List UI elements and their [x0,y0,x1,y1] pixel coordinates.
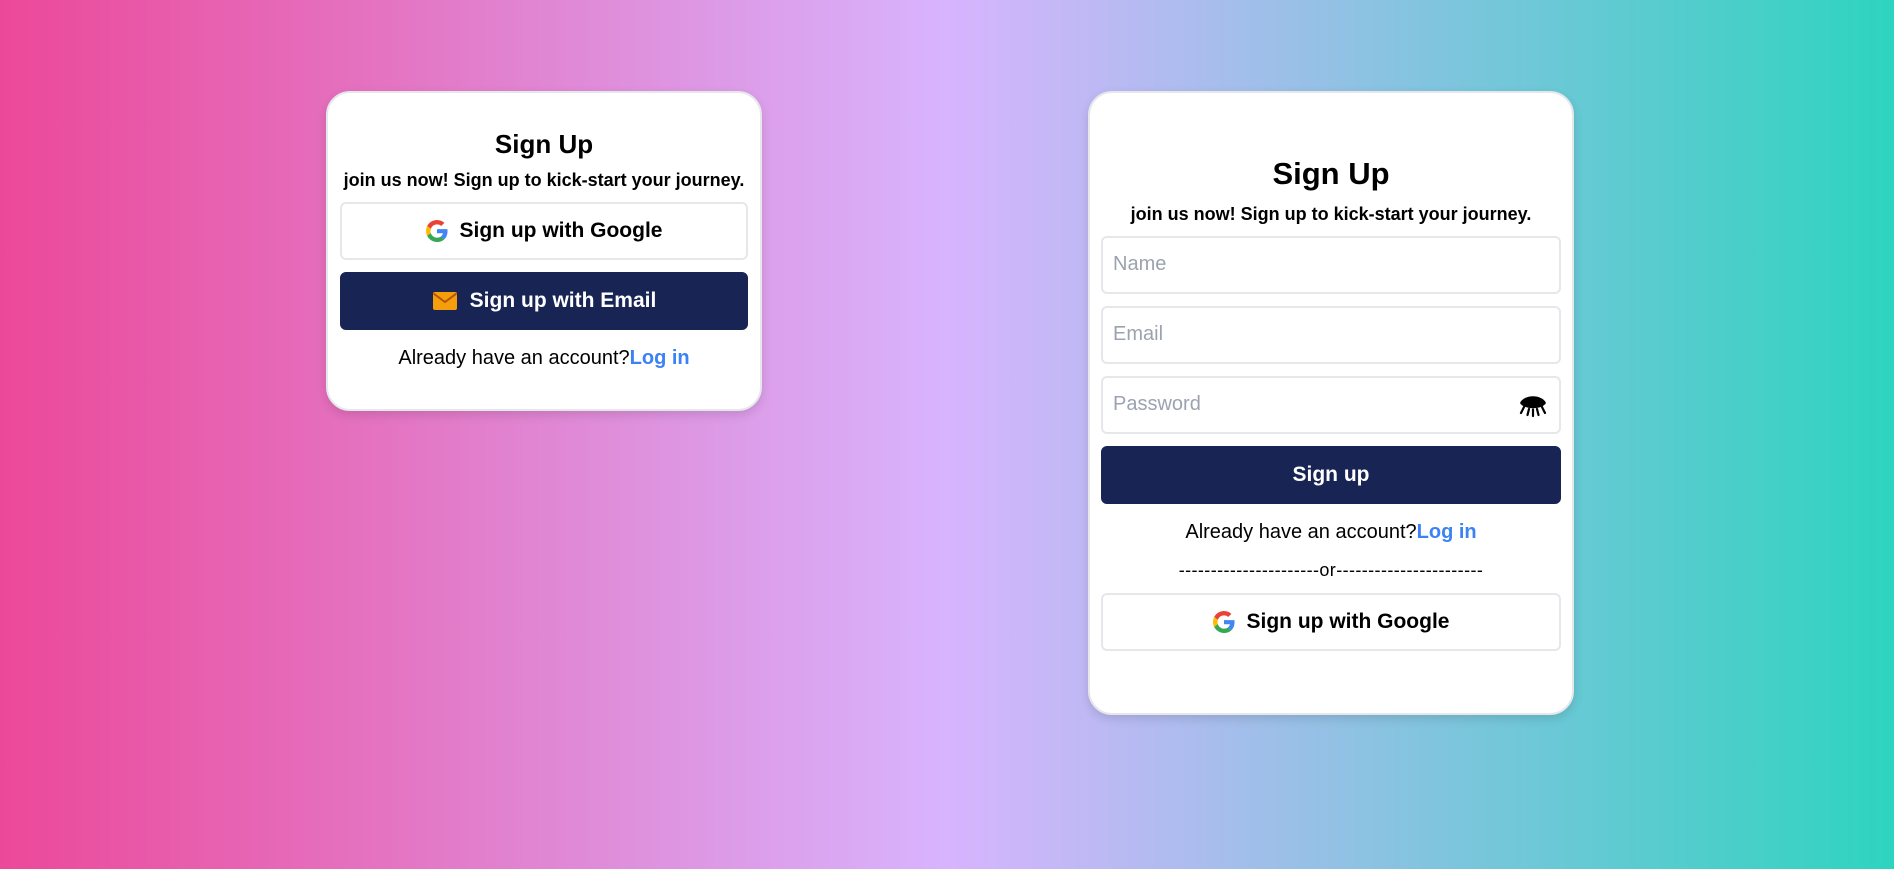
login-prompt-text: Already have an account? [398,346,630,369]
name-input[interactable] [1103,237,1559,292]
envelope-icon [432,291,458,311]
password-input[interactable] [1103,377,1559,432]
google-signup-button[interactable]: Sign up with Google [340,201,748,260]
email-signup-button[interactable]: Sign up with Email [340,271,748,330]
google-button-label: Sign up with Google [1246,609,1450,633]
name-field-wrapper [1101,235,1561,294]
google-icon [425,219,448,242]
submit-button-label: Sign up [1292,462,1370,486]
login-link[interactable]: Log in [630,347,690,369]
signup-submit-button[interactable]: Sign up [1101,445,1561,504]
card-title: Sign Up [1272,156,1390,191]
email-input[interactable] [1103,307,1559,362]
email-field-wrapper [1101,305,1561,364]
card-title: Sign Up [494,129,594,159]
email-button-label: Sign up with Email [469,288,657,312]
signup-form-card: Sign Up join us now! Sign up to kick-sta… [1088,91,1574,715]
google-icon [1212,610,1235,633]
card-subtitle: join us now! Sign up to kick-start your … [343,170,745,191]
login-prompt: Already have an account?Log in [1185,520,1476,544]
eye-closed-icon[interactable] [1517,391,1549,419]
login-prompt: Already have an account?Log in [398,346,689,370]
login-link[interactable]: Log in [1417,521,1477,543]
google-signup-button[interactable]: Sign up with Google [1101,592,1561,651]
signup-options-card: Sign Up join us now! Sign up to kick-sta… [326,91,762,411]
login-prompt-text: Already have an account? [1185,520,1417,543]
password-field-wrapper [1101,375,1561,434]
or-divider: ----------------------or----------------… [1178,559,1484,580]
card-subtitle: join us now! Sign up to kick-start your … [1130,204,1532,225]
google-button-label: Sign up with Google [459,218,663,242]
